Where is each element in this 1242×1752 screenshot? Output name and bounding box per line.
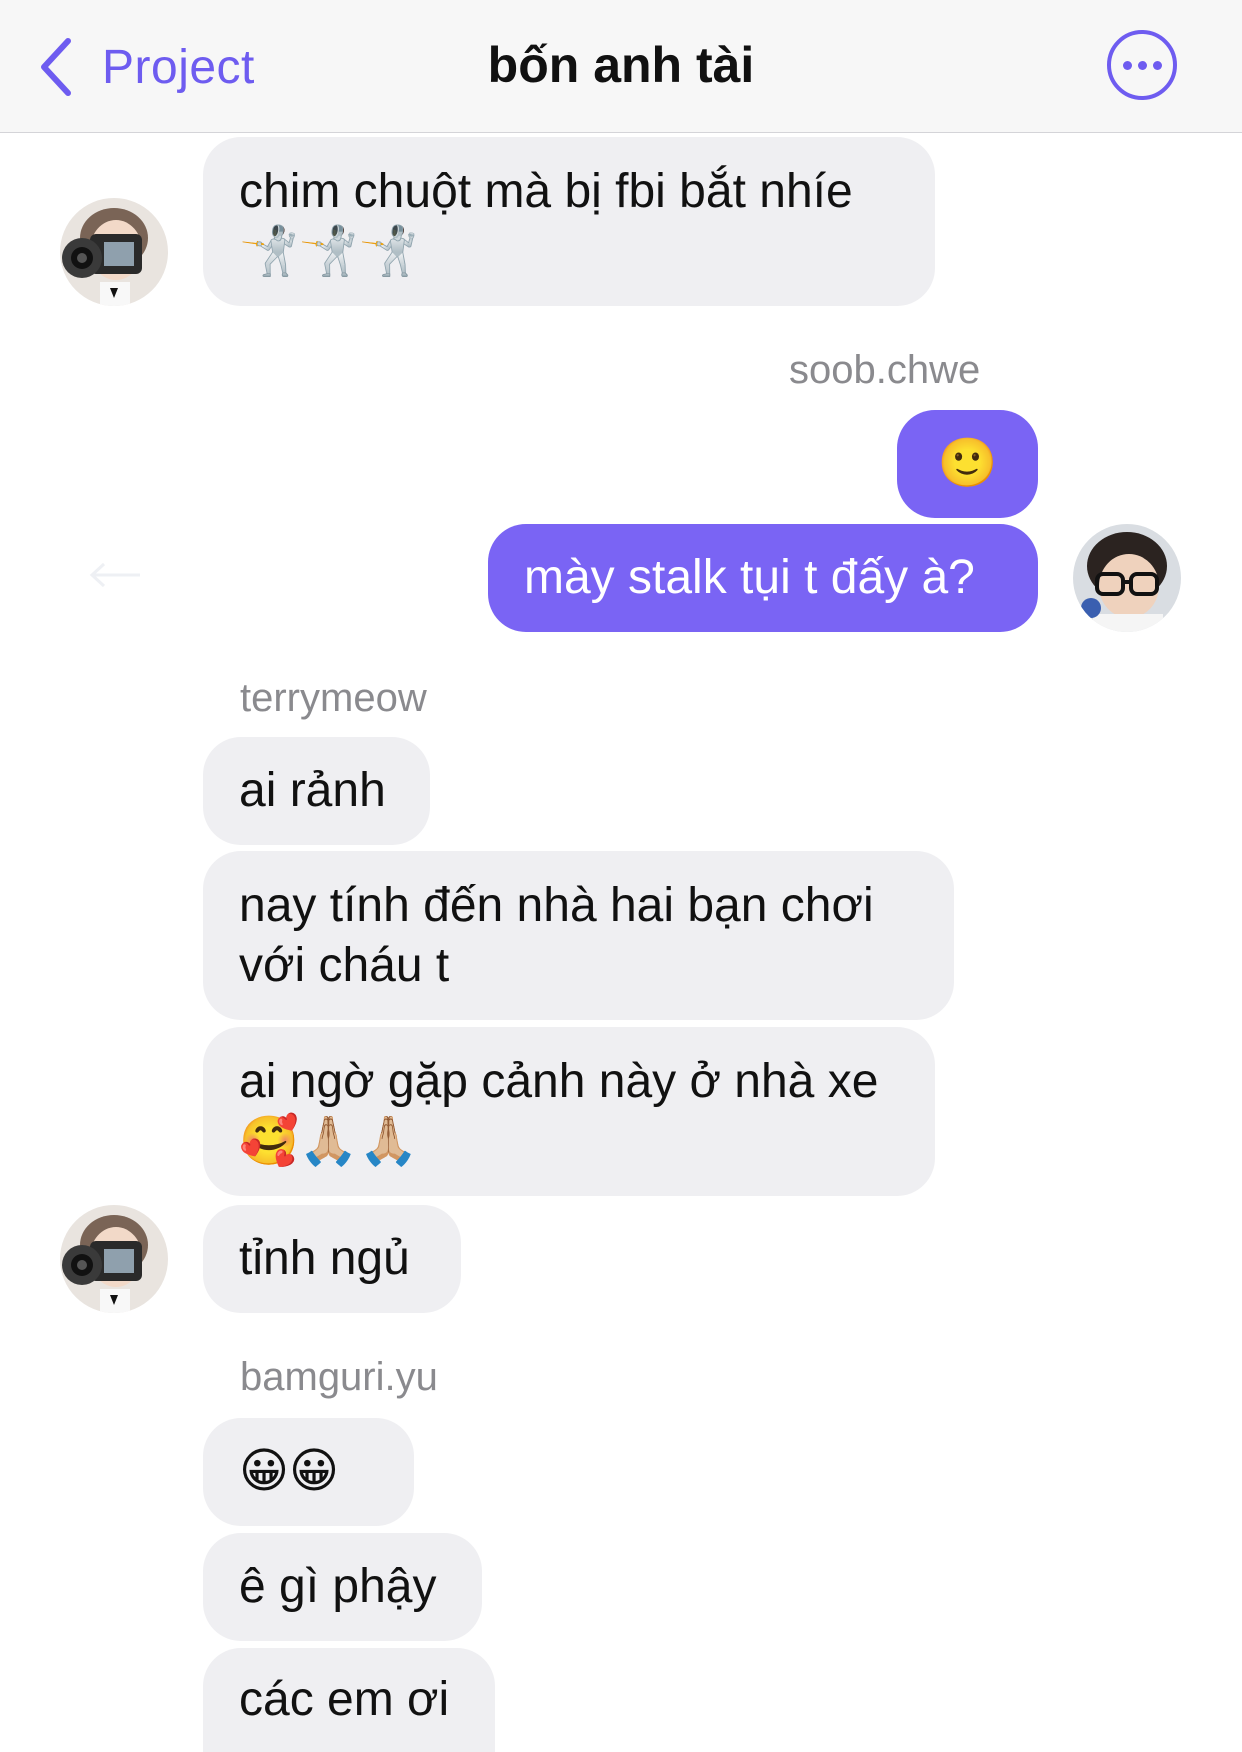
arrow-left-icon: [89, 562, 140, 588]
avatar-glasses-guy[interactable]: [1073, 524, 1181, 632]
message-bubble[interactable]: nay tính đến nhà hai bạn chơi với cháu t: [203, 851, 954, 1020]
chat-header: Project bốn anh tài: [0, 0, 1242, 133]
chevron-left-icon: [41, 38, 71, 96]
avatar-camera-guy[interactable]: [60, 1205, 168, 1313]
message-text: mày stalk tụi t đấy à?: [524, 551, 975, 604]
ellipsis-circle-icon[interactable]: [1107, 30, 1177, 100]
message-text: ê gì phậy: [239, 1560, 437, 1613]
sender-name: soob.chwe: [789, 348, 981, 392]
message-bubble[interactable]: tỉnh ngủ: [203, 1205, 461, 1313]
message-bubble[interactable]: ai ngờ gặp cảnh này ở nhà xe 🥰🙏🏼🙏🏼: [203, 1027, 935, 1196]
message-text: chim chuột mà bị fbi bắt nhíe 🤺🤺🤺: [239, 164, 853, 278]
message-bubble[interactable]: ai rảnh: [203, 737, 430, 845]
avatar-camera-guy[interactable]: [60, 198, 168, 306]
sender-name: terrymeow: [240, 676, 427, 720]
message-bubble[interactable]: các em ơi: [203, 1648, 495, 1752]
sender-name: bamguri.yu: [240, 1355, 438, 1399]
message-bubble[interactable]: chim chuột mà bị fbi bắt nhíe 🤺🤺🤺: [203, 137, 935, 306]
back-label: Project: [102, 40, 255, 94]
message-text: các em ơi: [239, 1673, 450, 1726]
message-text: 🙂: [937, 437, 998, 490]
message-text: nay tính đến nhà hai bạn chơi với cháu t: [239, 878, 874, 992]
message-bubble[interactable]: mày stalk tụi t đấy à?: [488, 524, 1038, 632]
chat-title[interactable]: bốn anh tài: [421, 36, 821, 94]
message-bubble[interactable]: 😀😀: [203, 1418, 414, 1526]
message-text: ai ngờ gặp cảnh này ở nhà xe 🥰🙏🏼🙏🏼: [239, 1054, 879, 1168]
message-bubble[interactable]: ê gì phậy: [203, 1533, 482, 1641]
message-text: tỉnh ngủ: [239, 1232, 410, 1285]
message-text: ai rảnh: [239, 764, 386, 817]
back-button[interactable]: Project: [36, 30, 255, 104]
message-text: 😀😀: [239, 1445, 340, 1498]
message-bubble[interactable]: 🙂: [897, 410, 1038, 518]
